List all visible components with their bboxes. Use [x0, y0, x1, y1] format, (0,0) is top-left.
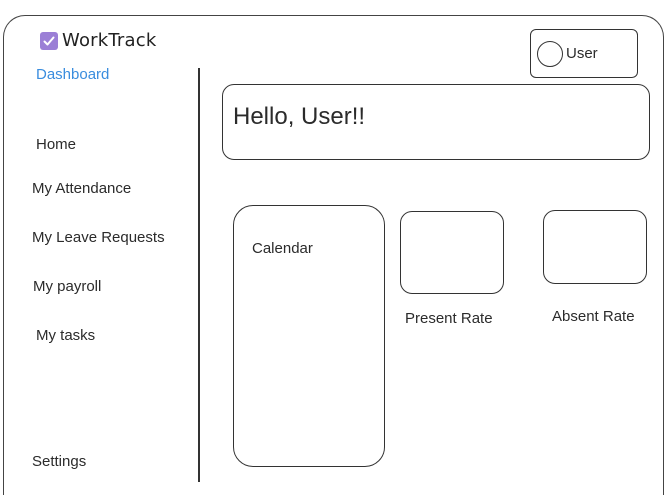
sidebar-item-my-leave-requests[interactable]: My Leave Requests: [32, 229, 165, 246]
calendar-card[interactable]: Calendar: [233, 205, 385, 467]
sidebar-item-home[interactable]: Home: [36, 136, 76, 153]
sidebar-item-my-tasks[interactable]: My tasks: [36, 327, 95, 344]
sidebar-item-settings[interactable]: Settings: [32, 453, 86, 470]
greeting-text: Hello, User!!: [233, 103, 366, 130]
greeting-card: Hello, User!!: [222, 84, 650, 160]
sidebar-divider: [198, 68, 200, 482]
checkbox-icon: [40, 31, 58, 50]
avatar-circle-icon: [537, 41, 563, 67]
absent-rate-label: Absent Rate: [552, 308, 635, 325]
user-menu-button[interactable]: User: [530, 29, 638, 78]
absent-rate-card[interactable]: [543, 210, 647, 284]
sidebar-item-dashboard[interactable]: Dashboard: [36, 66, 109, 83]
calendar-label: Calendar: [252, 240, 313, 257]
user-label: User: [566, 45, 598, 62]
sidebar-item-my-attendance[interactable]: My Attendance: [32, 180, 131, 197]
app-name: WorkTrack: [62, 30, 157, 51]
present-rate-label: Present Rate: [405, 310, 493, 327]
app-logo: WorkTrack: [40, 30, 156, 51]
sidebar-item-my-payroll[interactable]: My payroll: [33, 278, 101, 295]
present-rate-card[interactable]: [400, 211, 504, 294]
